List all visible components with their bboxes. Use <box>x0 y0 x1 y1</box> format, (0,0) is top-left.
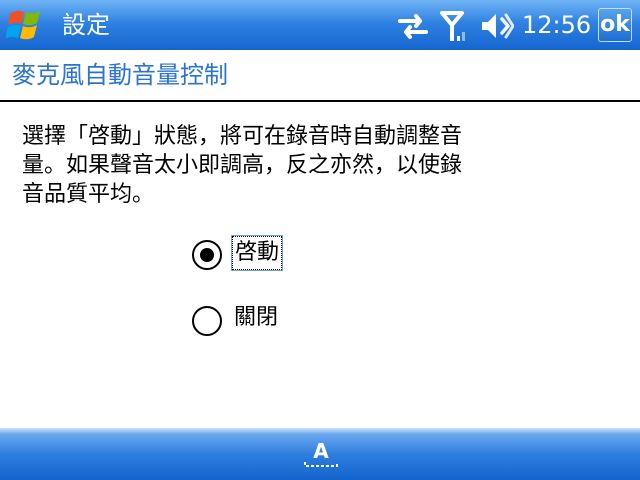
keyboard-input-panel-button[interactable]: A <box>303 438 339 470</box>
radio-button-disable[interactable] <box>192 306 222 336</box>
radio-option-enable[interactable]: 啓動 <box>192 235 312 276</box>
radio-label-enable[interactable]: 啓動 <box>230 235 284 271</box>
radio-option-disable[interactable]: 關閉 <box>192 302 312 342</box>
volume-icon[interactable] <box>478 10 514 42</box>
windows-start-icon[interactable] <box>6 6 50 46</box>
header-divider <box>0 100 640 102</box>
signal-strength-icon[interactable] <box>440 10 466 42</box>
page-title: 麥克風自動音量控制 <box>12 61 228 89</box>
ok-button[interactable]: ok <box>598 8 632 42</box>
title-bar: 設定 12:56 ok <box>0 0 640 50</box>
description-text: 選擇「啓動」狀態，將可在錄音時自動調整音量。如果聲音太小即調高，反之亦然，以使錄… <box>22 124 463 207</box>
radio-button-enable[interactable] <box>192 240 222 270</box>
clock[interactable]: 12:56 <box>522 10 591 40</box>
radio-selected-dot <box>200 248 214 262</box>
radio-label-disable[interactable]: 關閉 <box>232 302 280 334</box>
connectivity-icon[interactable] <box>396 10 430 42</box>
sip-label: A <box>313 439 329 463</box>
window-title: 設定 <box>62 11 110 39</box>
